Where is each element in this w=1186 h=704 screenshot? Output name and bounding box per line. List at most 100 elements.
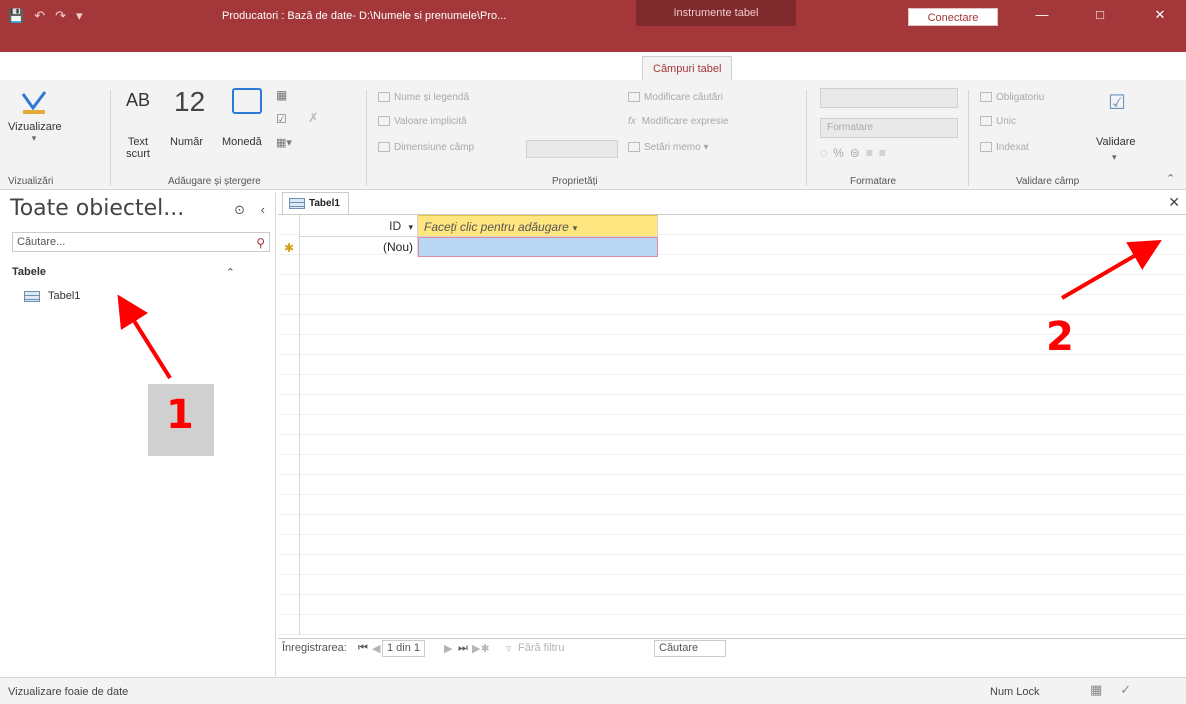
tab-home[interactable]: Pornire [102, 59, 137, 79]
ribbon-separator [806, 90, 807, 186]
current-record-input[interactable]: 1 din 1 [382, 640, 426, 657]
properties-group-label: Proprietăți [552, 176, 598, 187]
modify-lookups-icon [628, 92, 640, 103]
minimize-icon[interactable]: — [1022, 4, 1062, 26]
ribbon: Vizualizare ▾ Vizualizări AB Text scurt … [0, 80, 1186, 190]
navigation-pane: Toate obiectel... ⊙ ‹ Căutare... ⚲ Tabel… [8, 192, 276, 676]
view-button-label: Vizualizare [8, 121, 62, 133]
unique-checkbox[interactable]: Unic [980, 116, 1016, 127]
data-type-select[interactable] [820, 88, 958, 108]
currency-icon [232, 88, 262, 114]
memo-settings-button[interactable]: Setări memo ▾ [628, 142, 709, 153]
currency-button[interactable]: Monedă [222, 136, 262, 148]
checkbox-icon [980, 116, 992, 127]
tab-external-data[interactable]: Date externe [260, 59, 323, 79]
more-fields-icon[interactable]: ▦▾ [276, 136, 292, 149]
default-value-icon [378, 116, 390, 127]
undo-icon[interactable]: ↶ [34, 8, 45, 24]
connect-button[interactable]: Conectare [908, 8, 998, 26]
new-record-id-cell[interactable]: (Nou) [300, 237, 418, 257]
ribbon-separator [110, 90, 111, 186]
field-size-input[interactable] [526, 140, 618, 158]
view-button[interactable]: Vizualizare ▾ [8, 88, 62, 144]
yes-no-icon[interactable]: ☑ [276, 112, 287, 126]
default-value-button[interactable]: Valoare implicită [378, 116, 467, 127]
customize-qat-icon[interactable]: ▾ [76, 8, 83, 24]
search-icon[interactable]: ⚲ [256, 234, 265, 252]
tab-table[interactable]: Tabel [778, 59, 804, 79]
delete-field-icon[interactable]: ✗ [308, 110, 319, 126]
formatting-group-label: Formatare [850, 176, 897, 187]
required-checkbox[interactable]: Obligatoriu [980, 92, 1044, 103]
tab-database-tools[interactable]: Instrumente bază de date [374, 59, 499, 79]
nav-item-label: Tabel1 [48, 290, 81, 302]
tell-me-search[interactable]: Spune-mi ce doreşti să faci [850, 59, 1003, 79]
next-record-icon[interactable]: ▶ [444, 642, 452, 655]
fx-icon: fx [628, 116, 636, 127]
maximize-icon[interactable]: □ [1080, 4, 1120, 26]
short-text-button[interactable]: Text scurt [124, 136, 152, 160]
validation-dropdown-icon[interactable]: ▾ [1112, 152, 1117, 163]
collapse-ribbon-icon[interactable]: ⌃ [1166, 172, 1175, 185]
new-record-icon[interactable]: ▶✱ [472, 642, 490, 655]
number-button[interactable]: Număr [170, 136, 203, 148]
column-header-id[interactable]: ID ▾ [300, 215, 418, 237]
number-icon: 12 [174, 86, 206, 117]
tab-help[interactable]: Ajutor [574, 59, 603, 79]
name-caption-label: Nume și legendă [394, 92, 470, 103]
no-filter-label[interactable]: Fără filtru [518, 642, 564, 654]
column-header-add-new[interactable]: Faceți clic pentru adăugare ▾ [418, 215, 658, 237]
nav-section-tables[interactable]: Tabele [12, 266, 46, 278]
close-window-icon[interactable]: ✕ [1140, 4, 1180, 26]
datasheet-grid[interactable]: ID ▾ Faceți clic pentru adăugare ▾ ✱ (Nou… [278, 215, 1186, 635]
indexed-checkbox[interactable]: Indexat [980, 142, 1029, 153]
last-record-icon[interactable]: ⏭ [458, 642, 468, 655]
nav-menu-icon[interactable]: ⊙ [234, 202, 245, 217]
previous-record-icon[interactable]: ◀ [372, 642, 380, 655]
number-format-icons[interactable]: ◌%⊜≡≡ [820, 146, 892, 160]
new-record-star-icon: ✱ [284, 241, 295, 255]
column-dropdown-icon[interactable]: ▾ [408, 222, 413, 232]
column-dropdown-icon[interactable]: ▾ [573, 223, 578, 233]
redo-icon[interactable]: ↷ [55, 8, 66, 24]
checkbox-icon [980, 92, 992, 103]
tab-table-fields[interactable]: Câmpuri tabel [642, 56, 733, 80]
quick-access-toolbar: 💾 ↶ ↷ ▾ [8, 8, 83, 24]
save-icon[interactable]: 💾 [8, 8, 24, 24]
shutter-bar-icon[interactable]: ‹ [261, 202, 265, 217]
default-value-label: Valoare implicită [394, 116, 467, 127]
field-size-icon [378, 142, 390, 153]
tab-file[interactable]: Fișier [14, 59, 41, 79]
context-tab-group: Instrumente tabel [636, 0, 796, 26]
record-search-input[interactable]: Căutare [654, 640, 726, 657]
format-select[interactable]: Formatare [820, 118, 958, 138]
nav-search-input[interactable]: Căutare... ⚲ [12, 232, 270, 252]
nav-pane-header[interactable]: Toate obiectel... [10, 196, 184, 221]
selected-cell[interactable] [418, 237, 658, 257]
indexed-label: Indexat [996, 142, 1029, 153]
field-size-label-wrap: Dimensiune câmp [378, 142, 474, 153]
document-tab-tabel1[interactable]: Tabel1 [282, 192, 349, 214]
modify-lookups-button[interactable]: Modificare căutări [628, 92, 723, 103]
record-selector-column [278, 215, 300, 635]
validation-button[interactable]: Validare [1096, 136, 1136, 148]
first-record-icon[interactable]: ⏮ [358, 642, 368, 655]
close-document-icon[interactable]: ✕ [1168, 194, 1180, 211]
nav-item-tabel1[interactable]: Tabel1 [24, 290, 80, 302]
tab-create[interactable]: Creare [182, 59, 216, 79]
design-view-icon[interactable]: ✓ [1120, 682, 1131, 698]
datasheet-view-icon[interactable]: ▦ [1090, 682, 1102, 698]
date-time-icon[interactable]: ▦ [276, 88, 287, 102]
filter-icon: ▿ [506, 643, 512, 655]
required-label: Obligatoriu [996, 92, 1045, 103]
field-size-label: Dimensiune câmp [394, 142, 475, 153]
chevron-up-icon[interactable]: ⌃ [226, 266, 235, 279]
view-switcher: ▦ ✓ [1090, 682, 1131, 698]
add-delete-group-label: Adăugare și ștergere [168, 176, 261, 187]
memo-settings-icon [628, 142, 640, 153]
document-area: Tabel1 ✕ ID ▾ Faceți clic pentru adăugar… [278, 192, 1186, 676]
status-bar: Vizualizare foaie de date Num Lock ▦ ✓ [0, 677, 1186, 704]
name-caption-button[interactable]: Nume și legendă [378, 92, 469, 103]
design-view-icon [21, 91, 47, 114]
modify-expression-button[interactable]: fx Modificare expresie [628, 116, 729, 127]
